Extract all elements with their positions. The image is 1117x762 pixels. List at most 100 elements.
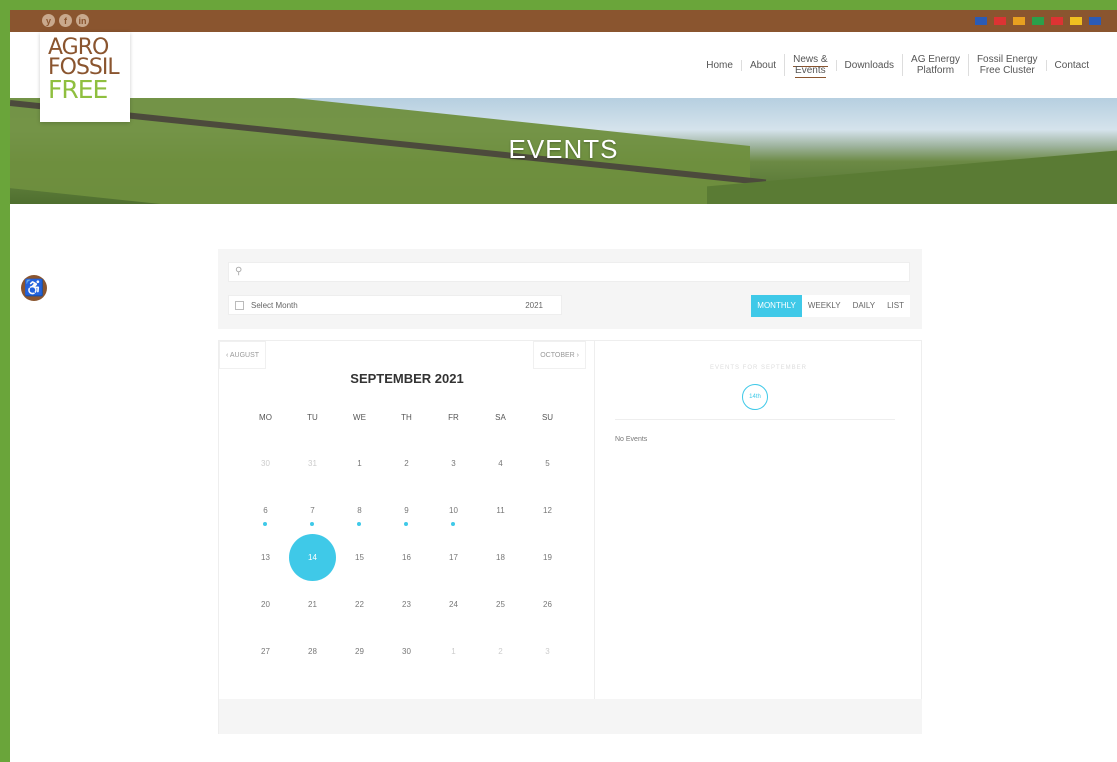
day-cell[interactable]: 2 — [477, 629, 524, 676]
hero-banner: EVENTS — [10, 98, 1117, 204]
day-cell[interactable]: 27 — [242, 629, 289, 676]
day-cell[interactable]: 24 — [430, 582, 477, 629]
language-flags — [975, 17, 1101, 25]
day-cell[interactable]: 28 — [289, 629, 336, 676]
day-number: 23 — [402, 600, 411, 609]
selected-day-badge: 14th — [742, 384, 768, 410]
nav-item-label: Fossil Energy Free Cluster — [976, 54, 1038, 76]
day-number: 9 — [404, 506, 409, 515]
accessibility-icon[interactable]: ♿ — [21, 275, 47, 301]
day-cell[interactable]: 25 — [477, 582, 524, 629]
site-logo[interactable]: AGRO FOSSIL FREE — [40, 32, 130, 122]
view-tab-daily[interactable]: DAILY — [847, 295, 882, 317]
day-cell[interactable]: 22 — [336, 582, 383, 629]
day-cell[interactable]: 9 — [383, 488, 430, 535]
nav-item[interactable]: AG Energy Platform — [902, 54, 968, 76]
day-cell[interactable]: 26 — [524, 582, 571, 629]
nav-item-label: Contact — [1054, 59, 1089, 71]
view-tab-weekly[interactable]: WEEKLY — [802, 295, 847, 317]
day-number: 2 — [498, 647, 503, 656]
event-dot-icon — [357, 522, 361, 526]
language-flag-icon[interactable] — [975, 17, 987, 25]
language-flag-icon[interactable] — [1032, 17, 1044, 25]
language-flag-icon[interactable] — [1070, 17, 1082, 25]
nav-item-label: News & Events — [793, 54, 828, 78]
nav-item[interactable]: Downloads — [835, 59, 902, 71]
calendar-footer — [219, 699, 922, 734]
day-number: 21 — [308, 600, 317, 609]
day-cell[interactable]: 19 — [524, 535, 571, 582]
day-cell[interactable]: 1 — [336, 441, 383, 488]
no-events-text: No Events — [615, 436, 648, 443]
day-cell[interactable]: 20 — [242, 582, 289, 629]
day-cell[interactable]: 7 — [289, 488, 336, 535]
day-cell[interactable]: 16 — [383, 535, 430, 582]
event-dot-icon — [263, 522, 267, 526]
nav-item[interactable]: About — [740, 59, 784, 71]
day-cell[interactable]: 30 — [242, 441, 289, 488]
top-bar: y f in — [10, 10, 1117, 32]
month-select-label: Select Month — [251, 301, 298, 310]
day-cell[interactable]: 29 — [336, 629, 383, 676]
day-number: 19 — [543, 553, 552, 562]
weekday-label: MO — [259, 413, 272, 422]
twitter-icon[interactable]: y — [42, 14, 55, 27]
logo-text-free: FREE — [48, 75, 108, 104]
language-flag-icon[interactable] — [1089, 17, 1101, 25]
day-cell[interactable]: 10 — [430, 488, 477, 535]
day-cell[interactable]: 17 — [430, 535, 477, 582]
day-cell[interactable]: 21 — [289, 582, 336, 629]
language-flag-icon[interactable] — [994, 17, 1006, 25]
view-tab-list[interactable]: LIST — [881, 295, 910, 317]
prev-month-button[interactable]: ‹ AUGUST — [219, 341, 267, 369]
day-number: 30 — [261, 459, 270, 468]
day-cell[interactable]: 12 — [524, 488, 571, 535]
day-number: 5 — [545, 459, 550, 468]
main-nav: Home About News & Events Downloads AG Energy P… — [698, 54, 1097, 78]
day-cell[interactable]: 8 — [336, 488, 383, 535]
search-icon: ⚲ — [235, 266, 243, 277]
day-cell[interactable]: 1 — [430, 629, 477, 676]
nav-item[interactable]: Home — [698, 60, 741, 71]
day-cell[interactable]: 11 — [477, 488, 524, 535]
language-flag-icon[interactable] — [1013, 17, 1025, 25]
nav-item[interactable]: News & Events — [784, 54, 835, 78]
event-dot-icon — [404, 522, 408, 526]
linkedin-icon[interactable]: in — [76, 14, 89, 27]
search-input[interactable]: ⚲ — [228, 262, 910, 282]
day-cell[interactable]: 23 — [383, 582, 430, 629]
nav-item[interactable]: Fossil Energy Free Cluster — [967, 54, 1046, 76]
page-frame-top — [0, 0, 1117, 10]
view-tab-monthly[interactable]: MONTHLY — [751, 295, 802, 317]
day-cell[interactable]: 31 — [289, 441, 336, 488]
day-cell[interactable]: 3 — [430, 441, 477, 488]
day-cell-selected[interactable]: 14 — [289, 534, 336, 582]
facebook-icon[interactable]: f — [59, 14, 72, 27]
year-value: 2021 — [525, 301, 543, 310]
next-month-button[interactable]: OCTOBER › — [533, 341, 586, 369]
day-cell[interactable]: 3 — [524, 629, 571, 676]
weekday-label: TH — [401, 413, 412, 422]
weekday-label: TU — [307, 413, 318, 422]
social-links: y f in — [42, 14, 89, 27]
weekday-label: WE — [353, 413, 366, 422]
day-cell[interactable]: 18 — [477, 535, 524, 582]
language-flag-icon[interactable] — [1051, 17, 1063, 25]
day-number: 11 — [496, 506, 505, 515]
nav-item-label: AG Energy Platform — [911, 54, 960, 76]
weekday-label: SA — [495, 413, 506, 422]
day-cell[interactable]: 30 — [383, 629, 430, 676]
weekday-header: MO TU WE TH FR SA SU — [242, 413, 571, 422]
day-cell[interactable]: 13 — [242, 535, 289, 582]
day-number: 8 — [357, 506, 362, 515]
nav-item[interactable]: Contact — [1045, 59, 1097, 71]
day-number: 3 — [451, 459, 456, 468]
day-cell[interactable]: 4 — [477, 441, 524, 488]
day-cell[interactable]: 15 — [336, 535, 383, 582]
day-cell[interactable]: 6 — [242, 488, 289, 535]
month-select[interactable]: Select Month 2021 — [228, 295, 562, 315]
day-number: 2 — [404, 459, 409, 468]
divider — [615, 419, 895, 420]
day-cell[interactable]: 2 — [383, 441, 430, 488]
day-cell[interactable]: 5 — [524, 441, 571, 488]
